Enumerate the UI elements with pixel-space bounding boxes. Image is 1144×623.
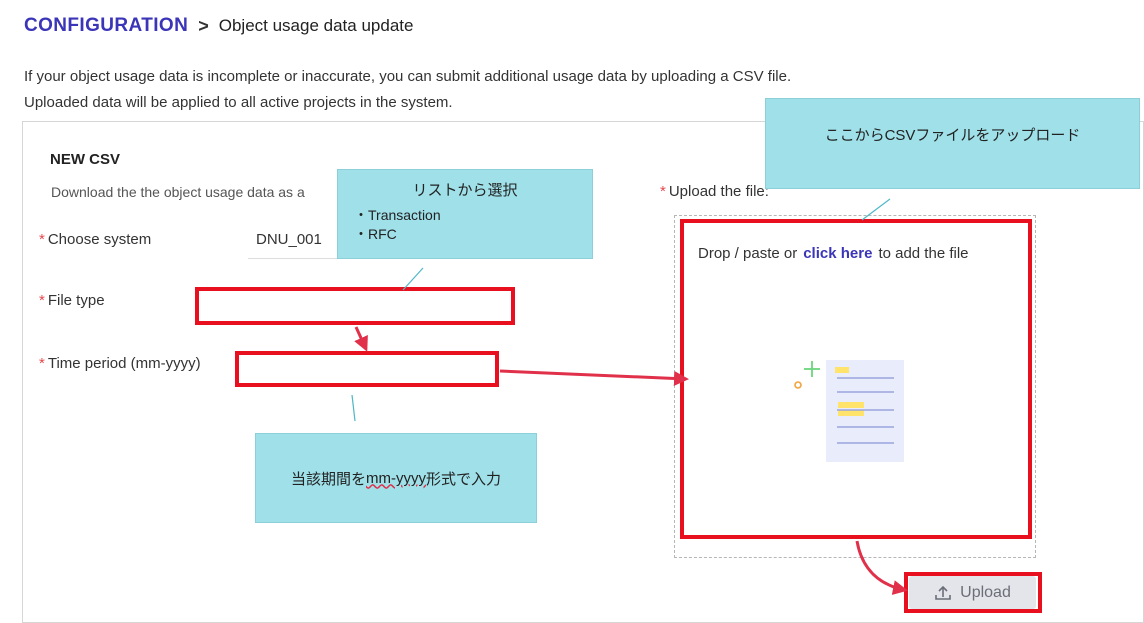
callout-upload-text: ここからCSVファイルをアップロード	[824, 127, 1081, 144]
callout-list-item: ・Transaction	[354, 207, 441, 223]
connector-period-callout	[351, 394, 356, 422]
callout-upload-here: ここからCSVファイルをアップロード	[765, 98, 1140, 189]
callout-period-format-value: mm-yyyy	[366, 469, 426, 487]
arrow-period-to-dropzone	[499, 369, 689, 386]
callout-list-title: リストから選択	[412, 182, 518, 199]
arrow-filetype-to-period	[354, 326, 368, 352]
connector-list-callout	[402, 267, 424, 291]
callout-list-select: リストから選択 ・Transaction ・RFC	[337, 169, 593, 259]
annotation-arrows	[351, 198, 908, 595]
callout-period-format: 当該期間を mm-yyyy 形式で入力	[255, 433, 537, 523]
arrow-dropzone-to-upload	[855, 540, 908, 595]
connector-upload-callout	[861, 198, 891, 221]
callout-list-item: ・RFC	[354, 226, 397, 242]
